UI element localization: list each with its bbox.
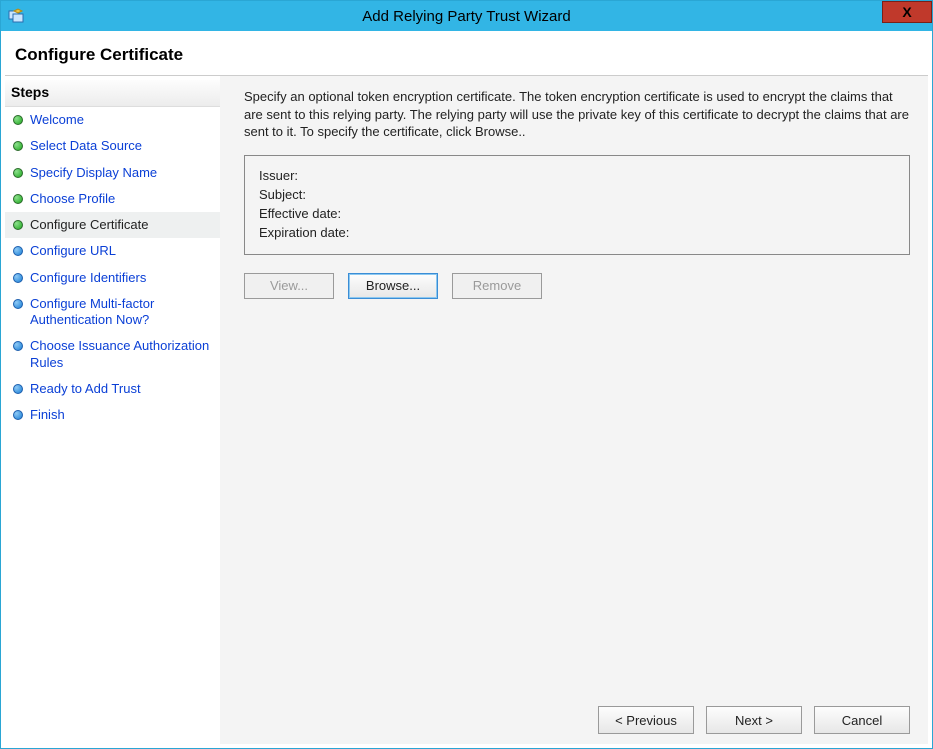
cancel-button[interactable]: Cancel — [814, 706, 910, 734]
issuer-label: Issuer: — [259, 168, 298, 183]
remove-button-label: Remove — [473, 278, 521, 293]
titlebar[interactable]: Add Relying Party Trust Wizard X — [1, 1, 932, 31]
main-panel: Specify an optional token encryption cer… — [220, 76, 928, 744]
browse-button[interactable]: Browse... — [348, 273, 438, 299]
certificate-info-box: Issuer: Subject: Effective date: Expirat… — [244, 155, 910, 255]
bullet-icon — [13, 341, 23, 351]
browse-button-label: Browse... — [366, 278, 420, 293]
effective-date-label: Effective date: — [259, 206, 341, 221]
remove-button: Remove — [452, 273, 542, 299]
bullet-icon — [13, 115, 23, 125]
step-label: Configure Identifiers — [30, 270, 146, 286]
step-select-data-source[interactable]: Select Data Source — [5, 133, 220, 159]
wizard-window: Add Relying Party Trust Wizard X Configu… — [0, 0, 933, 749]
step-configure-identifiers[interactable]: Configure Identifiers — [5, 265, 220, 291]
step-configure-mfa[interactable]: Configure Multi-factor Authentication No… — [5, 291, 220, 334]
step-choose-issuance-rules[interactable]: Choose Issuance Authorization Rules — [5, 333, 220, 376]
bullet-icon — [13, 299, 23, 309]
step-finish[interactable]: Finish — [5, 402, 220, 428]
previous-button[interactable]: < Previous — [598, 706, 694, 734]
view-button: View... — [244, 273, 334, 299]
step-label: Choose Issuance Authorization Rules — [30, 338, 214, 371]
wizard-footer: < Previous Next > Cancel — [244, 694, 910, 734]
step-label: Select Data Source — [30, 138, 142, 154]
bullet-icon — [13, 384, 23, 394]
step-configure-certificate[interactable]: Configure Certificate — [5, 212, 220, 238]
step-label: Configure Multi-factor Authentication No… — [30, 296, 214, 329]
close-icon: X — [902, 4, 911, 20]
app-icon — [7, 7, 25, 25]
expiration-date-label: Expiration date: — [259, 225, 349, 240]
bullet-icon — [13, 220, 23, 230]
bullet-icon — [13, 194, 23, 204]
next-button-label: Next > — [735, 713, 773, 728]
steps-header: Steps — [5, 80, 220, 107]
step-specify-display-name[interactable]: Specify Display Name — [5, 160, 220, 186]
bullet-icon — [13, 168, 23, 178]
step-ready-to-add-trust[interactable]: Ready to Add Trust — [5, 376, 220, 402]
steps-sidebar: Steps Welcome Select Data Source Specify… — [5, 76, 220, 744]
previous-button-label: < Previous — [615, 713, 677, 728]
bullet-icon — [13, 141, 23, 151]
view-button-label: View... — [270, 278, 308, 293]
step-configure-url[interactable]: Configure URL — [5, 238, 220, 264]
step-label: Choose Profile — [30, 191, 115, 207]
close-button[interactable]: X — [882, 1, 932, 23]
window-title: Add Relying Party Trust Wizard — [1, 8, 932, 25]
bullet-icon — [13, 273, 23, 283]
bullet-icon — [13, 410, 23, 420]
cancel-button-label: Cancel — [842, 713, 882, 728]
step-welcome[interactable]: Welcome — [5, 107, 220, 133]
step-label: Welcome — [30, 112, 84, 128]
step-label: Configure Certificate — [30, 217, 149, 233]
expiration-date-row: Expiration date: — [259, 223, 895, 242]
certificate-button-row: View... Browse... Remove — [244, 273, 910, 299]
step-label: Configure URL — [30, 243, 116, 259]
next-button[interactable]: Next > — [706, 706, 802, 734]
step-choose-profile[interactable]: Choose Profile — [5, 186, 220, 212]
wizard-header: Configure Certificate — [1, 31, 932, 75]
instruction-text: Specify an optional token encryption cer… — [244, 88, 910, 141]
step-label: Specify Display Name — [30, 165, 157, 181]
effective-date-row: Effective date: — [259, 204, 895, 223]
subject-row: Subject: — [259, 185, 895, 204]
issuer-row: Issuer: — [259, 166, 895, 185]
wizard-body: Steps Welcome Select Data Source Specify… — [5, 75, 928, 744]
subject-label: Subject: — [259, 187, 306, 202]
page-title: Configure Certificate — [15, 45, 918, 65]
step-label: Ready to Add Trust — [30, 381, 141, 397]
bullet-icon — [13, 246, 23, 256]
step-label: Finish — [30, 407, 65, 423]
